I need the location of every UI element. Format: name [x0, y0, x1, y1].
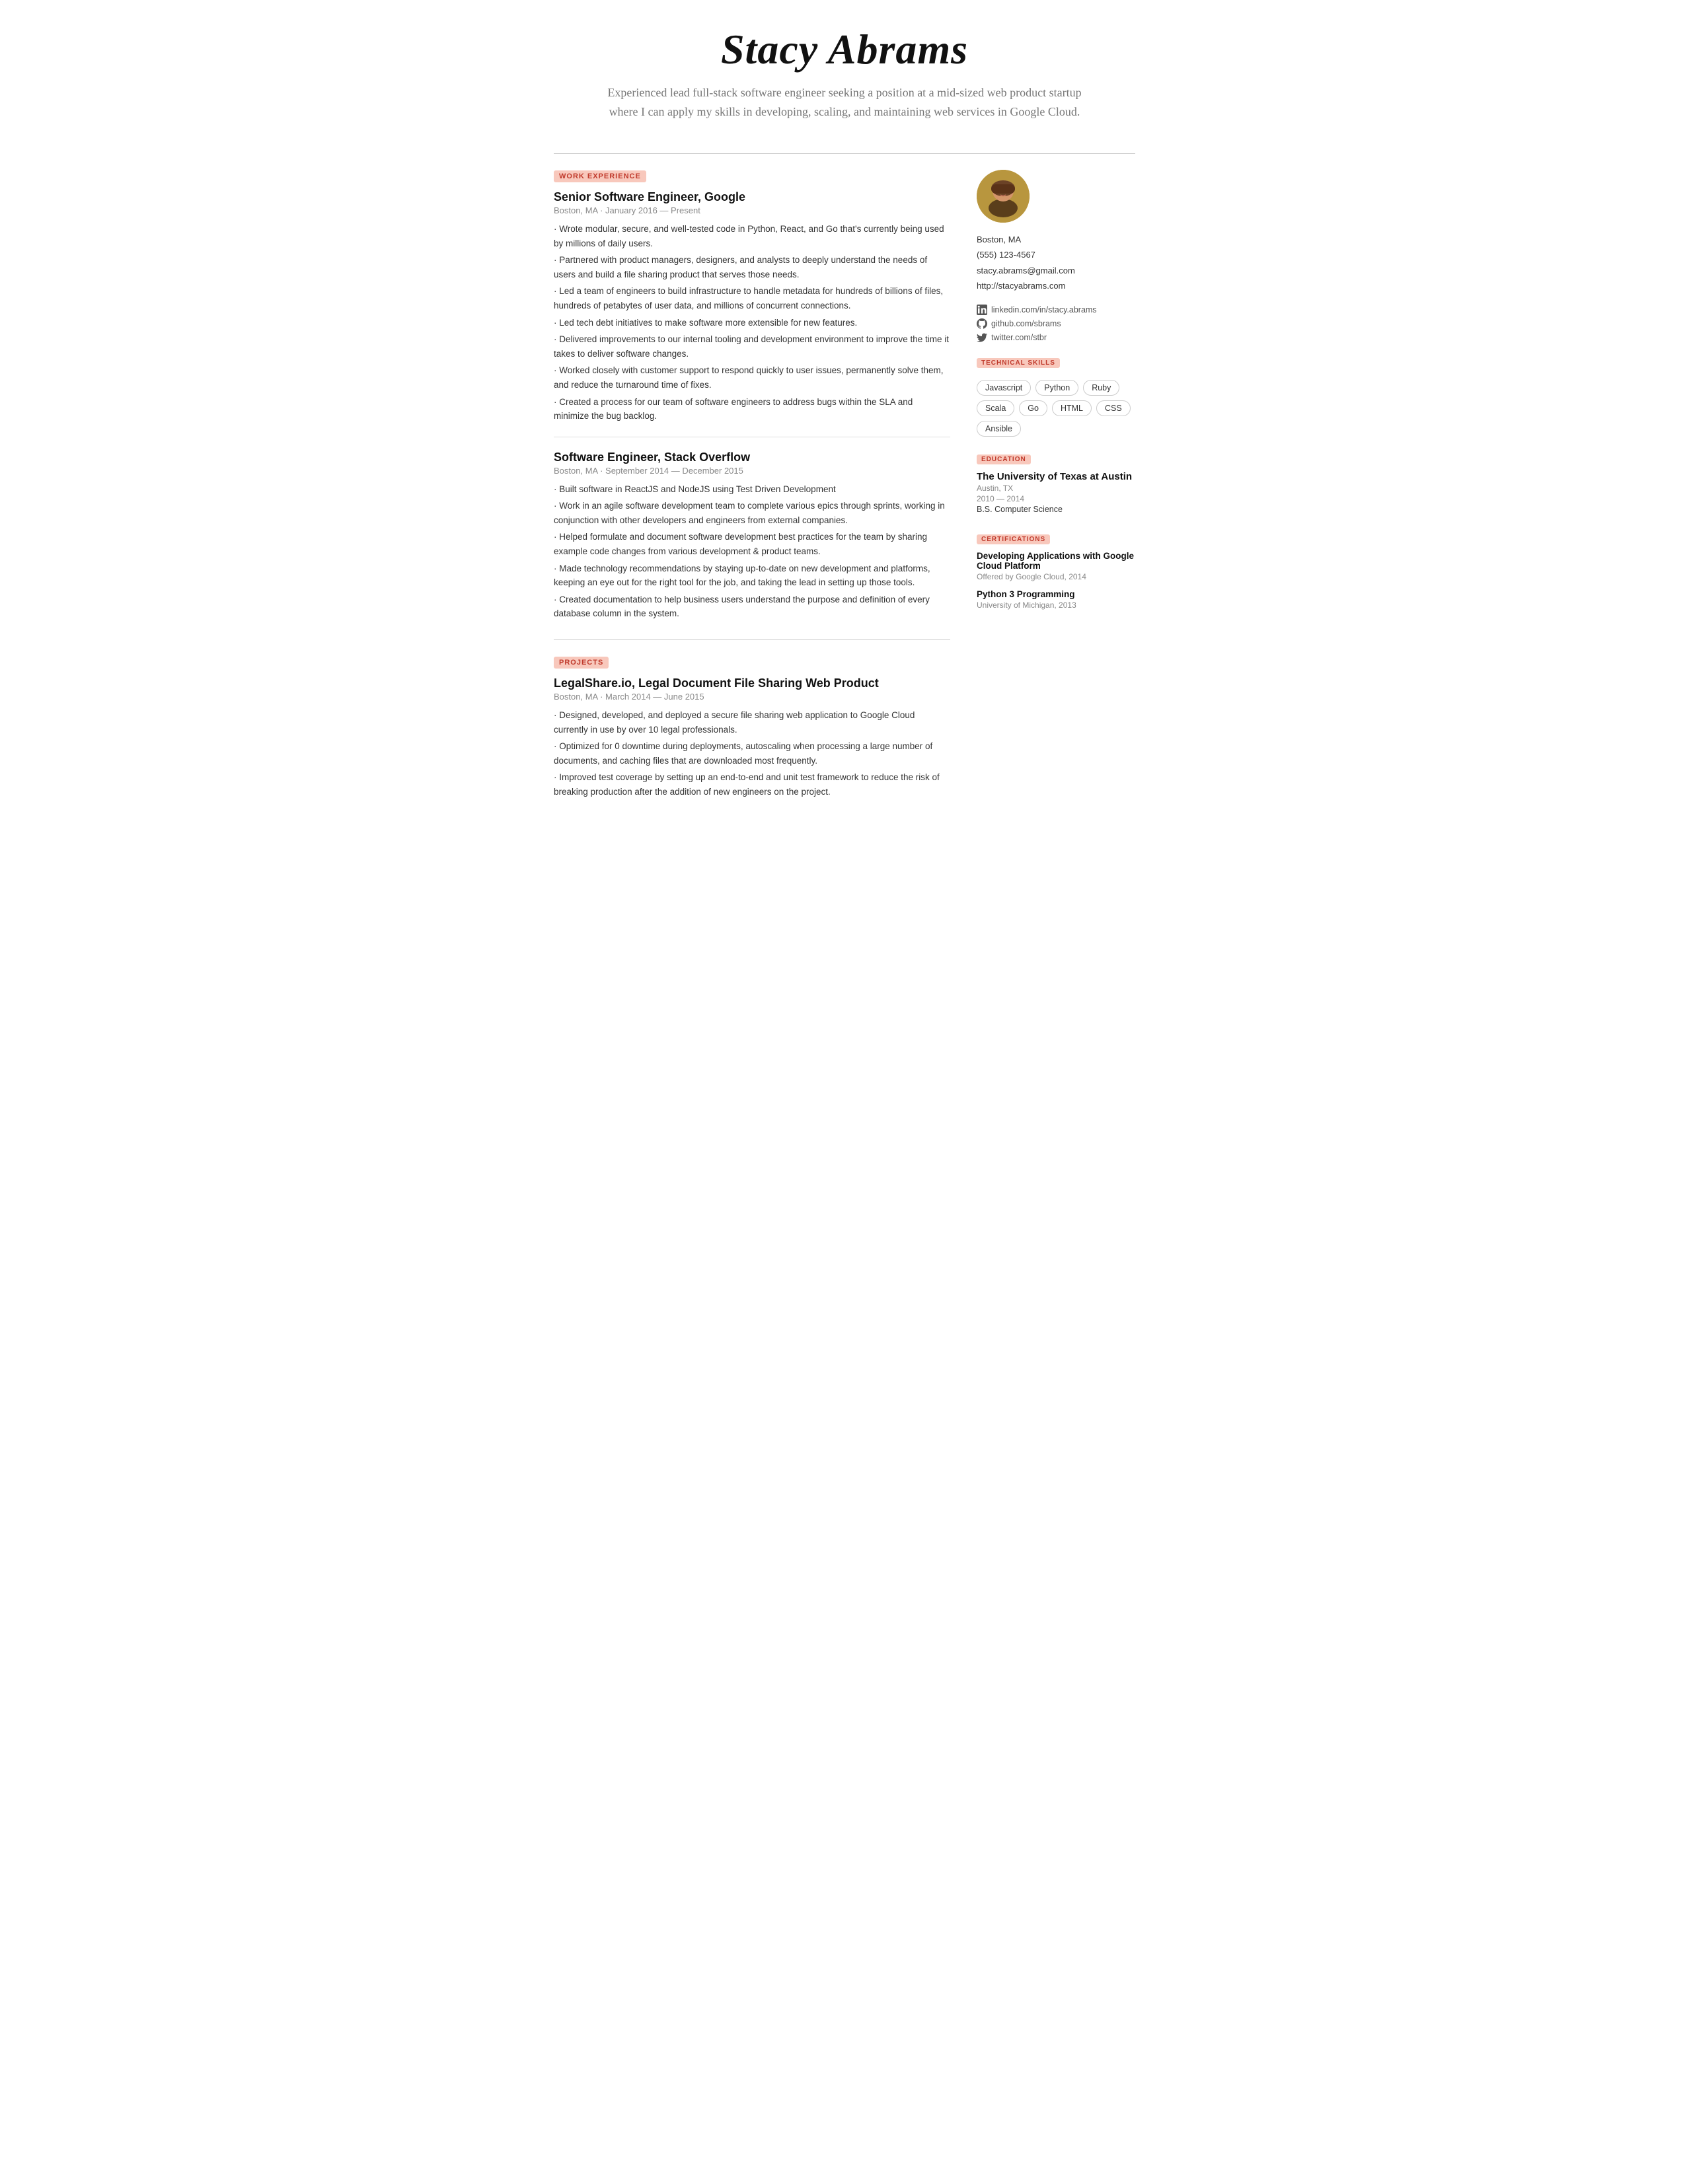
job-2-bullets: · Built software in ReactJS and NodeJS u… [554, 482, 950, 621]
bullet: · Improved test coverage by setting up a… [554, 770, 950, 799]
education-section: EDUCATION The University of Texas at Aus… [977, 453, 1135, 514]
skill-html: HTML [1052, 400, 1092, 416]
job-1-bullets: · Wrote modular, secure, and well-tested… [554, 222, 950, 423]
job-1: Senior Software Engineer, Google Boston,… [554, 190, 950, 423]
skill-scala: Scala [977, 400, 1014, 416]
github-text: github.com/sbrams [991, 319, 1061, 328]
main-layout: WORK EXPERIENCE Senior Software Engineer… [554, 170, 1135, 818]
job-2-meta: Boston, MA · September 2014 — December 2… [554, 466, 950, 476]
cert-1-title: Developing Applications with Google Clou… [977, 551, 1135, 571]
cert-2-title: Python 3 Programming [977, 589, 1135, 599]
avatar-image [977, 170, 1030, 223]
contact-phone: (555) 123-4567 [977, 247, 1135, 262]
projects-label: PROJECTS [554, 657, 609, 669]
social-twitter: twitter.com/stbr [977, 332, 1135, 343]
edu-1-school: The University of Texas at Austin [977, 471, 1135, 482]
bullet: · Delivered improvements to our internal… [554, 332, 950, 361]
work-experience-label: WORK EXPERIENCE [554, 170, 646, 182]
education-1: The University of Texas at Austin Austin… [977, 471, 1135, 514]
linkedin-text: linkedin.com/in/stacy.abrams [991, 305, 1097, 314]
contact-website: http://stacyabrams.com [977, 278, 1135, 293]
candidate-summary: Experienced lead full-stack software eng… [607, 83, 1082, 122]
certifications-label: CERTIFICATIONS [977, 534, 1050, 544]
project-1: LegalShare.io, Legal Document File Shari… [554, 676, 950, 799]
skill-javascript: Javascript [977, 380, 1031, 396]
bullet: · Partnered with product managers, desig… [554, 253, 950, 281]
cert-1-meta: Offered by Google Cloud, 2014 [977, 572, 1135, 581]
avatar [977, 170, 1030, 223]
bullet: · Created documentation to help business… [554, 593, 950, 621]
project-1-meta: Boston, MA · March 2014 — June 2015 [554, 692, 950, 702]
contact-email: stacy.abrams@gmail.com [977, 263, 1135, 278]
skill-python: Python [1035, 380, 1078, 396]
technical-skills-section: TECHNICAL SKILLS Javascript Python Ruby … [977, 356, 1135, 437]
cert-1: Developing Applications with Google Clou… [977, 551, 1135, 581]
skill-css: CSS [1096, 400, 1131, 416]
bullet: · Optimized for 0 downtime during deploy… [554, 739, 950, 768]
twitter-text: twitter.com/stbr [991, 333, 1047, 342]
right-column: Boston, MA (555) 123-4567 stacy.abrams@g… [977, 170, 1135, 628]
bullet: · Created a process for our team of soft… [554, 395, 950, 423]
linkedin-icon [977, 305, 987, 315]
edu-1-degree: B.S. Computer Science [977, 505, 1135, 514]
technical-skills-label: TECHNICAL SKILLS [977, 358, 1060, 368]
twitter-icon [977, 332, 987, 343]
bullet: · Wrote modular, secure, and well-tested… [554, 222, 950, 250]
cert-2-meta: University of Michigan, 2013 [977, 601, 1135, 610]
bullet: · Helped formulate and document software… [554, 530, 950, 558]
job-2-title: Software Engineer, Stack Overflow [554, 451, 950, 464]
contact-location: Boston, MA [977, 232, 1135, 247]
bullet: · Designed, developed, and deployed a se… [554, 708, 950, 737]
job-1-title: Senior Software Engineer, Google [554, 190, 950, 204]
skill-ruby: Ruby [1083, 380, 1119, 396]
education-label: EDUCATION [977, 455, 1031, 464]
edu-1-years: 2010 — 2014 [977, 494, 1135, 503]
skill-go: Go [1019, 400, 1047, 416]
bullet: · Worked closely with customer support t… [554, 363, 950, 392]
social-github: github.com/sbrams [977, 318, 1135, 329]
bullet: · Work in an agile software development … [554, 499, 950, 527]
contact-info: Boston, MA (555) 123-4567 stacy.abrams@g… [977, 232, 1135, 294]
resume-header: Stacy Abrams Experienced lead full-stack… [554, 26, 1135, 137]
social-linkedin: linkedin.com/in/stacy.abrams [977, 305, 1135, 315]
work-experience-section: WORK EXPERIENCE Senior Software Engineer… [554, 170, 950, 621]
bullet: · Made technology recommendations by sta… [554, 562, 950, 590]
cert-2: Python 3 Programming University of Michi… [977, 589, 1135, 610]
job-2: Software Engineer, Stack Overflow Boston… [554, 451, 950, 621]
skill-ansible: Ansible [977, 421, 1021, 437]
bullet: · Built software in ReactJS and NodeJS u… [554, 482, 950, 497]
social-links: linkedin.com/in/stacy.abrams github.com/… [977, 305, 1135, 343]
project-1-title: LegalShare.io, Legal Document File Shari… [554, 676, 950, 690]
project-1-bullets: · Designed, developed, and deployed a se… [554, 708, 950, 799]
section-divider [554, 639, 950, 640]
projects-section: PROJECTS LegalShare.io, Legal Document F… [554, 656, 950, 799]
candidate-name: Stacy Abrams [554, 26, 1135, 73]
header-divider [554, 153, 1135, 154]
github-icon [977, 318, 987, 329]
bullet: · Led tech debt initiatives to make soft… [554, 316, 950, 330]
bullet: · Led a team of engineers to build infra… [554, 284, 950, 312]
certifications-section: CERTIFICATIONS Developing Applications w… [977, 532, 1135, 610]
left-column: WORK EXPERIENCE Senior Software Engineer… [554, 170, 950, 818]
edu-1-location: Austin, TX [977, 484, 1135, 493]
skills-tags: Javascript Python Ruby Scala Go HTML CSS… [977, 380, 1135, 437]
job-1-meta: Boston, MA · January 2016 — Present [554, 205, 950, 215]
